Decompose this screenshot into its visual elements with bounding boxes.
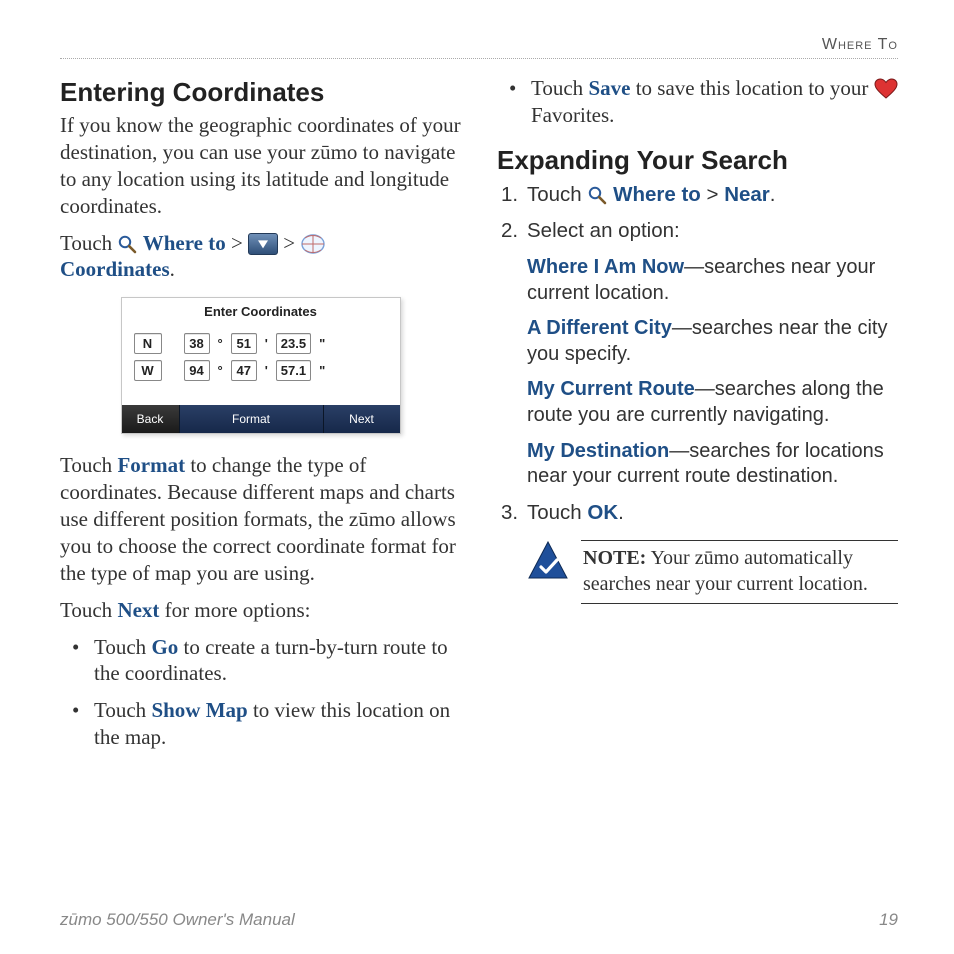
period: . xyxy=(170,257,175,281)
lat-deg-field[interactable]: 38 xyxy=(184,333,210,354)
list-item: 2. Select an option: xyxy=(497,218,898,245)
next-line: Touch Next for more options: xyxy=(60,597,461,624)
coordinates-link: Coordinates xyxy=(60,257,170,281)
text: Touch xyxy=(60,598,117,622)
list-item: Touch Go to create a turn-by-turn route … xyxy=(66,634,461,688)
text: to save this location to your xyxy=(630,76,873,100)
heart-icon xyxy=(874,78,898,100)
left-column: Entering Coordinates If you know the geo… xyxy=(60,73,461,761)
option-lead: A Different City xyxy=(527,317,672,339)
option-lead: My Destination xyxy=(527,440,669,462)
option-lead: My Current Route xyxy=(527,378,695,400)
down-arrow-icon xyxy=(248,233,278,255)
touch-where-to-line: Touch Where to > > Coordinates. xyxy=(60,230,461,284)
option-my-destination: My Destination—searches for locations ne… xyxy=(527,439,898,490)
manual-title: zūmo 500/550 Owner's Manual xyxy=(60,910,295,930)
save-link: Save xyxy=(588,76,630,100)
where-to-link: Where to xyxy=(143,231,226,255)
lon-sec-field[interactable]: 57.1 xyxy=(276,360,311,381)
section-header: Where To xyxy=(60,36,898,59)
near-link: Near xyxy=(724,183,770,206)
text: Select an option: xyxy=(527,219,680,242)
deg-symbol: ° xyxy=(218,336,223,351)
two-column-layout: Entering Coordinates If you know the geo… xyxy=(60,73,898,761)
sep: > xyxy=(283,231,300,255)
options-list: Touch Go to create a turn-by-turn route … xyxy=(66,634,461,752)
text: Touch xyxy=(94,698,151,722)
note-block: NOTE: Your zūmo automatically searches n… xyxy=(527,540,898,604)
lat-sec-field[interactable]: 23.5 xyxy=(276,333,311,354)
intro-paragraph: If you know the geographic coordinates o… xyxy=(60,112,461,220)
screenshot-button-bar: Back Format Next xyxy=(122,405,400,433)
screenshot-container: Enter Coordinates N 38 ° 51 ' 23.5 " xyxy=(60,297,461,434)
note-label: NOTE: xyxy=(583,547,646,569)
text: Favorites. xyxy=(531,103,614,127)
sep: > xyxy=(231,231,248,255)
lat-min-field[interactable]: 51 xyxy=(231,333,257,354)
sec-symbol: " xyxy=(319,336,325,351)
text: Touch xyxy=(60,453,117,477)
format-button[interactable]: Format xyxy=(180,405,324,433)
text: Touch xyxy=(60,231,117,255)
text: Touch xyxy=(527,183,587,206)
checkmark-badge-icon xyxy=(527,540,569,582)
ok-link: OK xyxy=(587,501,618,524)
lon-deg-field[interactable]: 94 xyxy=(184,360,210,381)
lon-hemisphere-field[interactable]: W xyxy=(134,360,162,381)
text: Touch xyxy=(94,635,151,659)
sep: > xyxy=(701,183,724,206)
globe-icon xyxy=(300,233,326,255)
option-where-i-am: Where I Am Now—searches near your curren… xyxy=(527,255,898,306)
magnifier-icon xyxy=(587,185,607,205)
option-different-city: A Different City—searches near the city … xyxy=(527,316,898,367)
text: Touch xyxy=(527,501,587,524)
lon-row: W 94 ° 47 ' 57.1 " xyxy=(134,360,388,381)
note-text: NOTE: Your zūmo automatically searches n… xyxy=(581,540,898,604)
page-footer: zūmo 500/550 Owner's Manual 19 xyxy=(60,910,898,930)
text: Touch xyxy=(531,76,588,100)
save-bullet-list: Touch Save to save this location to your… xyxy=(503,75,898,129)
lon-min-field[interactable]: 47 xyxy=(231,360,257,381)
steps-list-continued: 3. Touch OK. xyxy=(497,500,898,527)
option-current-route: My Current Route—searches along the rout… xyxy=(527,377,898,428)
list-item: 1. Touch Where to > Near. xyxy=(497,182,898,209)
screenshot-title: Enter Coordinates xyxy=(122,298,400,325)
where-to-link: Where to xyxy=(613,183,701,206)
heading-expanding-search: Expanding Your Search xyxy=(497,145,898,176)
deg-symbol: ° xyxy=(218,363,223,378)
text: for more options: xyxy=(159,598,310,622)
period: . xyxy=(770,183,776,206)
back-button[interactable]: Back xyxy=(122,405,180,433)
lat-row: N 38 ° 51 ' 23.5 " xyxy=(134,333,388,354)
list-item: Touch Save to save this location to your… xyxy=(503,75,898,129)
magnifier-icon xyxy=(117,234,137,254)
min-symbol: ' xyxy=(265,363,268,378)
next-link: Next xyxy=(117,598,159,622)
show-map-link: Show Map xyxy=(151,698,247,722)
format-link: Format xyxy=(117,453,185,477)
min-symbol: ' xyxy=(265,336,268,351)
screenshot-rows: N 38 ° 51 ' 23.5 " W 94 xyxy=(122,325,400,405)
option-lead: Where I Am Now xyxy=(527,256,684,278)
enter-coordinates-screenshot: Enter Coordinates N 38 ° 51 ' 23.5 " xyxy=(121,297,401,434)
list-item: 3. Touch OK. xyxy=(497,500,898,527)
next-button[interactable]: Next xyxy=(324,405,400,433)
heading-entering-coordinates: Entering Coordinates xyxy=(60,77,461,108)
steps-list: 1. Touch Where to > Near. 2. Select an o… xyxy=(497,182,898,245)
go-link: Go xyxy=(151,635,178,659)
list-item: Touch Show Map to view this location on … xyxy=(66,697,461,751)
format-paragraph: Touch Format to change the type of coord… xyxy=(60,452,461,586)
sec-symbol: " xyxy=(319,363,325,378)
lat-hemisphere-field[interactable]: N xyxy=(134,333,162,354)
page-number: 19 xyxy=(879,910,898,930)
period: . xyxy=(618,501,624,524)
right-column: Touch Save to save this location to your… xyxy=(497,73,898,761)
page: Where To Entering Coordinates If you kno… xyxy=(0,0,954,954)
